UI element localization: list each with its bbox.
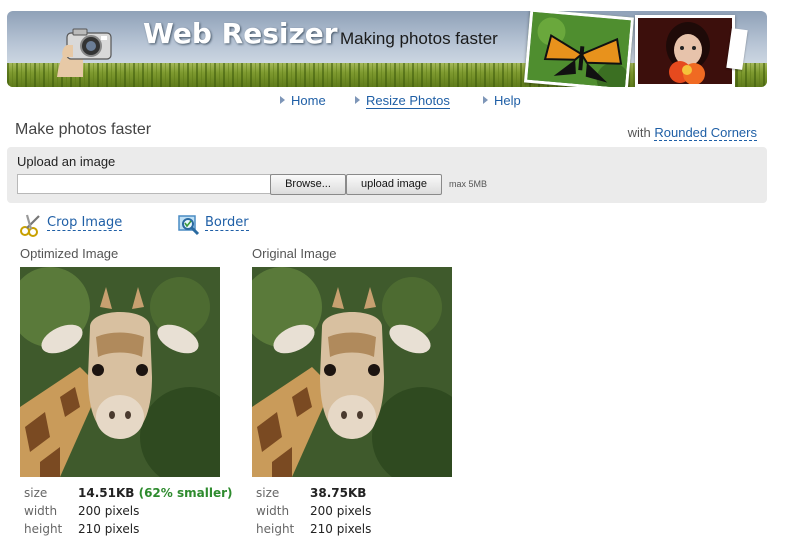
crop-image-tool[interactable]: Crop Image <box>20 214 123 237</box>
max-size-note: max 5MB <box>449 179 488 189</box>
height-value: 210 pixels <box>78 522 140 536</box>
page-title: Make photos faster <box>15 121 152 138</box>
browse-button[interactable]: Browse... <box>270 174 346 195</box>
border-tool[interactable]: Border <box>178 215 249 236</box>
upload-image-button[interactable]: upload image <box>346 174 442 195</box>
upload-label: Upload an image <box>17 154 116 169</box>
butterfly-photo <box>523 11 635 87</box>
optimized-image <box>20 267 220 477</box>
original-image-caption: Original Image <box>252 246 337 261</box>
height-value: 210 pixels <box>310 522 372 536</box>
nav-help[interactable]: Help <box>483 93 521 108</box>
corners-prefix: with <box>627 125 651 140</box>
width-key: width <box>24 504 58 518</box>
nav-home-label[interactable]: Home <box>291 93 326 108</box>
brand-tagline: Making photos faster <box>340 29 498 48</box>
border-magnifier-icon <box>178 215 200 236</box>
main-nav: Home Resize Photos Help <box>0 93 786 111</box>
hand-camera-icon <box>57 28 112 77</box>
size-value: 38.75KB <box>310 486 367 500</box>
savings-note: (62% smaller) <box>138 486 233 500</box>
width-key: width <box>256 504 290 518</box>
optimized-image-caption: Optimized Image <box>20 246 119 261</box>
woman-photo <box>635 15 735 87</box>
nav-resize-photos-label[interactable]: Resize Photos <box>366 93 450 109</box>
crop-image-label[interactable]: Crop Image <box>47 215 123 231</box>
header-banner: Web Resizer Making photos faster <box>7 11 767 87</box>
nav-help-label[interactable]: Help <box>494 93 521 108</box>
size-key: size <box>256 486 280 500</box>
size-key: size <box>24 486 48 500</box>
size-value: 14.51KB (62% smaller) <box>78 486 233 500</box>
nav-arrow-icon <box>483 96 488 104</box>
height-key: height <box>256 522 295 536</box>
height-key: height <box>24 522 63 536</box>
original-image <box>252 267 452 477</box>
nav-home[interactable]: Home <box>280 93 326 108</box>
upload-panel: Upload an image Browse... upload image m… <box>7 147 767 203</box>
border-label[interactable]: Border <box>205 215 249 231</box>
brand-title: Web Resizer <box>143 17 338 50</box>
nav-arrow-icon <box>280 96 285 104</box>
file-path-input[interactable] <box>17 174 271 194</box>
scissors-icon <box>20 214 40 237</box>
nav-arrow-icon <box>355 96 360 104</box>
width-value: 200 pixels <box>78 504 140 518</box>
width-value: 200 pixels <box>310 504 372 518</box>
nav-resize-photos[interactable]: Resize Photos <box>355 93 450 109</box>
size-value-text: 14.51KB <box>78 486 135 500</box>
rounded-corners-link[interactable]: Rounded Corners <box>654 125 757 141</box>
rounded-corners-option: with Rounded Corners <box>627 125 757 141</box>
